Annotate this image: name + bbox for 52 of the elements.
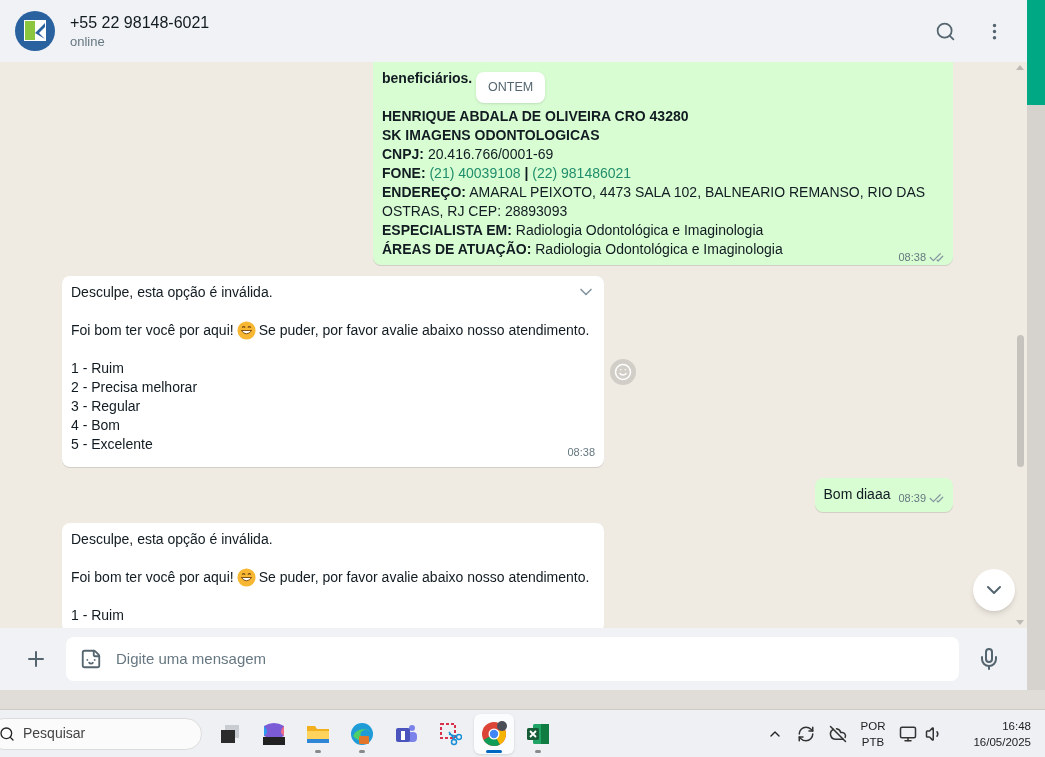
people-app-icon — [393, 722, 419, 745]
message-line: ENDEREÇO: AMARAL PEIXOTO, 4473 SALA 102, BALNEARIO REMANSO, RIO DAS OSTRAS, RJ CEP: 28893093 — [382, 183, 927, 221]
message-line: Foi bom ter você por aqui! Se puder, por favor avalie abaixo nosso atendimento. — [71, 568, 590, 587]
taskbar-search-field[interactable]: Pesquisar — [0, 717, 202, 750]
message-line: SK IMAGENS ODONTOLOGICAS — [382, 126, 600, 145]
message-line: Desculpe, esta opção é inválida. — [71, 283, 273, 302]
grinning-face-icon — [236, 568, 256, 587]
message-line: 4 - Bom — [71, 416, 120, 435]
colorful-app-icon — [261, 721, 287, 746]
message-line: ESPECIALISTA EM: Radiologia Odontológica e Imaginologia — [382, 221, 764, 240]
language-indicator[interactable]: PTB — [861, 733, 885, 750]
grinning-face-icon — [236, 321, 256, 340]
message-line: 1 - Ruim — [71, 606, 124, 625]
taskbar-app-button[interactable] — [474, 713, 514, 754]
search-icon[interactable] — [935, 20, 956, 42]
clock-date[interactable]: 16/05/2025 — [973, 733, 1031, 750]
clock-time[interactable]: 16:48 — [1002, 717, 1031, 734]
message-line: beneficiários. — [382, 69, 473, 88]
wave-circle-icon — [350, 721, 374, 746]
phone-link[interactable]: (22) 981486021 — [532, 165, 632, 181]
network-icon[interactable] — [899, 724, 918, 743]
message-line: 5 - Excelente — [71, 435, 153, 454]
message-line: Bom diaaa — [823, 485, 891, 504]
sticker-icon[interactable] — [80, 648, 102, 670]
browser-icon — [481, 720, 507, 747]
date-chip: ONTEM — [476, 72, 546, 103]
message-line: CNPJ: 20.416.766/0001-69 — [382, 145, 554, 164]
message-line: FONE: (21) 40039108 | (22) 981486021 — [382, 164, 632, 183]
message-time: 08:39 — [898, 491, 926, 506]
message-line: HENRIQUE ABDALA DE OLIVEIRA CRO 43280 — [382, 107, 689, 126]
sync-icon[interactable] — [796, 724, 815, 743]
message-time: 08:38 — [567, 444, 595, 460]
message-line: 2 - Precisa melhorar — [71, 378, 198, 397]
scroll-down-button[interactable] — [973, 569, 1015, 611]
message-line: Foi bom ter você por aqui! Se puder, por favor avalie abaixo nosso atendimento. — [71, 321, 590, 340]
cloud-off-icon[interactable] — [828, 724, 847, 743]
search-icon — [0, 725, 15, 742]
contact-status: online — [70, 32, 106, 51]
contact-name[interactable]: +55 22 98148-6021 — [70, 11, 210, 33]
scissors-icon — [438, 721, 462, 746]
language-indicator[interactable]: POR — [860, 717, 886, 734]
spreadsheet-icon — [526, 721, 550, 746]
message-line: 1 - Ruim — [71, 359, 124, 378]
phone-link[interactable]: (21) 40039108 — [429, 165, 521, 181]
task-view-icon — [219, 722, 241, 745]
message-line: Desculpe, esta opção é inválida. — [71, 530, 273, 549]
message-input[interactable]: Digite uma mensagem — [116, 647, 945, 671]
avatar-logo-icon — [15, 11, 55, 51]
message-time: 08:38 — [898, 249, 926, 265]
message-field[interactable]: Digite uma mensagem — [66, 637, 959, 681]
message-line: ÁREAS DE ATUAÇÃO: Radiologia Odontológica e Imaginologia — [382, 240, 783, 259]
message-line: 3 - Regular — [71, 397, 141, 416]
